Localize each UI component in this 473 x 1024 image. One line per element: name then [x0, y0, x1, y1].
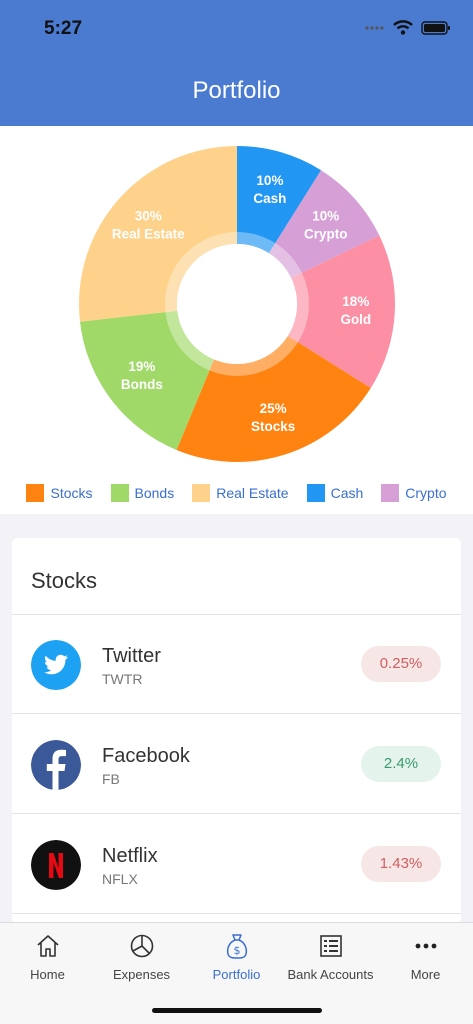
data-label-name: Cash — [253, 191, 286, 206]
page-title: Portfolio — [192, 77, 281, 104]
more-icon — [415, 943, 436, 949]
legend-label: Bonds — [134, 485, 175, 501]
legend-item[interactable]: Real Estate — [192, 484, 289, 502]
stock-change-badge: 2.4% — [361, 746, 441, 782]
stock-row-twitter[interactable]: Twitter TWTR 0.25% — [12, 615, 461, 714]
pie-chart-icon — [130, 934, 153, 958]
tab-expenses[interactable]: Expenses — [94, 931, 189, 982]
stock-row-netflix[interactable]: Netflix NFLX 1.43% — [12, 815, 461, 914]
data-label-percent: 10% — [256, 173, 283, 188]
legend-item[interactable]: Stocks — [26, 484, 93, 502]
stock-ticker: TWTR — [102, 671, 143, 687]
app-header: 5:27 Portfolio — [0, 0, 473, 126]
data-label-percent: 19% — [128, 359, 155, 374]
stock-ticker: NFLX — [102, 871, 138, 887]
netflix-logo-icon — [31, 840, 81, 890]
legend-item[interactable]: Cash — [306, 484, 364, 502]
card-title: Stocks — [31, 568, 98, 593]
stocks-card: Stocks Twitter TWTR 0.25% Facebook FB 2.… — [12, 538, 461, 924]
legend-label: Cash — [330, 485, 364, 501]
data-label-name: Real Estate — [112, 226, 185, 241]
legend-swatch — [306, 484, 325, 502]
tab-label: Bank Accounts — [287, 967, 374, 982]
tab-portfolio[interactable]: $ Portfolio — [189, 931, 284, 982]
legend-label: Crypto — [405, 485, 447, 501]
legend-label: Real Estate — [216, 485, 289, 501]
data-label-name: Gold — [340, 312, 371, 327]
twitter-logo-icon — [31, 640, 81, 690]
tab-label: Expenses — [112, 967, 171, 982]
battery-icon — [421, 20, 450, 35]
stock-row-facebook[interactable]: Facebook FB 2.4% — [12, 715, 461, 814]
wifi-icon — [393, 20, 413, 35]
tab-home[interactable]: Home — [0, 931, 95, 982]
data-label-percent: 18% — [342, 294, 369, 309]
legend-swatch — [192, 484, 211, 502]
legend-swatch — [26, 484, 45, 502]
stock-name: Facebook — [102, 745, 190, 767]
data-label-name: Crypto — [304, 226, 348, 241]
legend-item[interactable]: Bonds — [110, 484, 175, 502]
data-label-name: Stocks — [251, 419, 295, 434]
data-label-percent: 30% — [135, 208, 162, 223]
legend-label: Stocks — [50, 485, 93, 501]
stock-name: Twitter — [102, 645, 161, 667]
tab-more[interactable]: More — [378, 931, 473, 982]
list-icon — [319, 935, 342, 957]
tab-label: More — [410, 967, 441, 982]
data-label-name: Bonds — [121, 377, 163, 392]
chart-legend: Stocks Bonds Real Estate Cash Crypto — [0, 484, 473, 502]
stock-change-badge: 1.43% — [361, 846, 441, 882]
data-label-percent: 25% — [260, 401, 287, 416]
svg-text:$: $ — [233, 944, 240, 957]
legend-item[interactable]: Crypto — [381, 484, 447, 502]
data-label-percent: 10% — [312, 208, 339, 223]
portfolio-chart-panel: 10% Cash 10% Crypto 18% Gold 25% Stocks 19% Bonds… — [0, 126, 473, 514]
donut-hole — [177, 244, 297, 364]
facebook-logo-icon — [31, 740, 81, 790]
stock-ticker: FB — [102, 771, 120, 787]
tab-label: Home — [30, 967, 65, 982]
portfolio-donut-chart: 10% Cash 10% Crypto 18% Gold 25% Stocks 19% Bonds… — [78, 146, 395, 462]
status-time: 5:27 — [44, 18, 83, 39]
money-bag-icon: $ — [226, 934, 247, 959]
status-icons — [365, 20, 451, 35]
legend-swatch — [381, 484, 400, 502]
legend-swatch — [110, 484, 129, 502]
stock-name: Netflix — [102, 845, 158, 867]
tab-bank-accounts[interactable]: Bank Accounts — [283, 931, 378, 982]
tab-label: Portfolio — [212, 967, 261, 982]
home-indicator — [152, 1008, 322, 1013]
home-icon — [36, 935, 59, 957]
stock-change-badge: 0.25% — [361, 646, 441, 682]
cellular-signal-icon — [365, 25, 384, 30]
